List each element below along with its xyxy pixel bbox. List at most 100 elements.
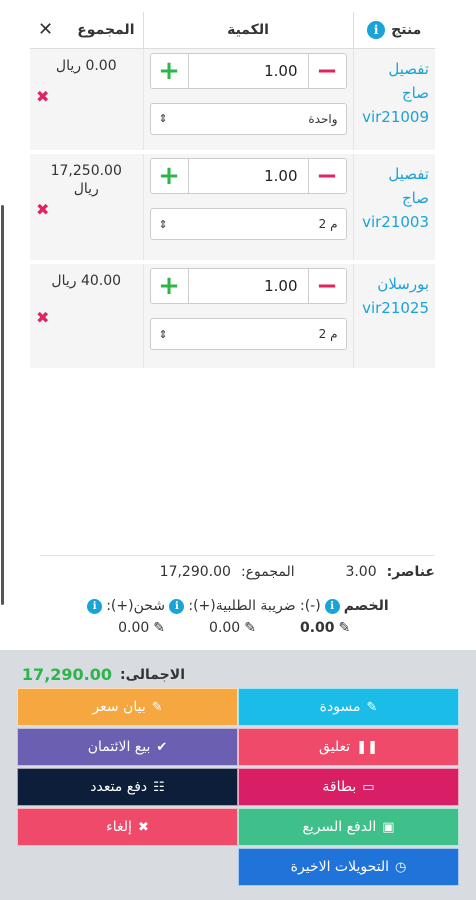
product-name-link[interactable]: تفصيل صاج vir21003 bbox=[362, 165, 429, 231]
button-label: التحويلات الاخيرة bbox=[290, 859, 389, 875]
discount-label: الخصم bbox=[343, 598, 389, 614]
multiple-pay-button[interactable]: ☷ دفع متعدد bbox=[17, 768, 238, 806]
sort-arrows-icon: ⇕ bbox=[158, 327, 168, 341]
header-product-label: منتج bbox=[391, 21, 422, 38]
shipping-label: شحن(+): bbox=[106, 598, 165, 614]
plus-icon[interactable]: + bbox=[150, 53, 189, 88]
cancel-button[interactable]: ✖ إلغاء bbox=[17, 808, 238, 846]
edit-icon: ✎ bbox=[366, 699, 378, 715]
grand-total-value: 17,290.00 bbox=[21, 665, 113, 684]
header-total: المجموع ✕ bbox=[30, 12, 143, 49]
info-icon[interactable]: i bbox=[87, 598, 103, 614]
unit-select[interactable]: م 2 ⇕ bbox=[149, 318, 347, 350]
unit-select[interactable]: م 2 ⇕ bbox=[149, 208, 347, 240]
scrollbar[interactable] bbox=[0, 0, 6, 650]
discount-block: الخصم i (-): ✎ 0.00 bbox=[300, 598, 435, 636]
line-total: 40.00 ريال bbox=[51, 273, 122, 289]
button-label: الدفع السريع bbox=[302, 819, 377, 835]
product-name-link[interactable]: بورسلان vir21025 bbox=[362, 275, 429, 317]
scrollbar-thumb[interactable] bbox=[1, 205, 4, 605]
plus-icon[interactable]: + bbox=[150, 159, 189, 193]
quantity-cell: + 1.00 − م 2 ⇕ bbox=[142, 262, 353, 372]
cart-summary: عناصر: 3.00 المجموع: 17,290.00 bbox=[40, 555, 435, 580]
grand-total-label: الاجمالى: bbox=[120, 666, 185, 683]
cart-header-row: منتج i الكمية المجموع ✕ bbox=[30, 12, 435, 49]
line-total: 0.00 ريال bbox=[55, 57, 117, 74]
minus-icon[interactable]: − bbox=[307, 159, 346, 193]
edit-icon: ✎ bbox=[151, 699, 163, 715]
quantity-input[interactable]: 1.00 bbox=[189, 54, 308, 88]
line-total-cell: 0.00 ريال ✖ bbox=[30, 48, 143, 154]
line-total-cell: 40.00 ريال ✖ bbox=[30, 262, 143, 372]
cash-icon: ▣ bbox=[382, 819, 395, 835]
info-icon[interactable]: i bbox=[367, 20, 386, 39]
header-total-label: المجموع bbox=[77, 21, 135, 38]
recent-transactions-button[interactable]: ◷ التحويلات الاخيرة bbox=[238, 848, 459, 886]
cart-row: تفصيل صاج vir21009 + 1.00 − واحدة ⇕ 0.00 … bbox=[30, 48, 435, 154]
credit-card-icon: ▭ bbox=[362, 779, 375, 795]
quantity-cell: + 1.00 − واحدة ⇕ bbox=[142, 48, 353, 154]
edit-icon[interactable]: ✎ bbox=[244, 620, 256, 636]
quantity-input[interactable]: 1.00 bbox=[189, 269, 308, 303]
discount-value: 0.00 bbox=[300, 620, 335, 636]
button-label: تعليق bbox=[319, 739, 351, 755]
button-label: إلغاء bbox=[106, 819, 132, 835]
check-icon: ✔ bbox=[156, 739, 168, 755]
suspend-button[interactable]: ❚❚ تعليق bbox=[238, 728, 459, 766]
remove-item-icon[interactable]: ✖ bbox=[36, 200, 49, 219]
discount-sign: (-): bbox=[300, 598, 321, 614]
unit-select-value: م 2 bbox=[318, 217, 338, 231]
quotation-button[interactable]: ✎ بيان سعر bbox=[17, 688, 238, 726]
fees-row: الخصم i (-): ✎ 0.00 ضريبة الطلبية(+): i ✎ 0.0… bbox=[30, 598, 435, 636]
edit-icon[interactable]: ✎ bbox=[339, 620, 351, 636]
quantity-cell: + 1.00 − م 2 ⇕ bbox=[142, 152, 353, 264]
product-name-link[interactable]: تفصيل صاج vir21009 bbox=[362, 60, 429, 126]
summary-line: عناصر: 3.00 المجموع: 17,290.00 bbox=[40, 564, 435, 580]
edit-icon[interactable]: ✎ bbox=[153, 620, 165, 636]
quantity-input[interactable]: 1.00 bbox=[189, 159, 308, 193]
cart-row: تفصيل صاج vir21003 + 1.00 − م 2 ⇕ 17,250.… bbox=[30, 152, 435, 264]
product-cell: بورسلان vir21025 bbox=[352, 262, 435, 372]
minus-icon[interactable]: − bbox=[307, 53, 346, 88]
remove-item-icon[interactable]: ✖ bbox=[36, 308, 49, 327]
info-icon[interactable]: i bbox=[169, 598, 185, 614]
sum-label: المجموع: bbox=[240, 564, 295, 580]
shipping-block: شحن(+): i ✎ 0.00 bbox=[30, 598, 165, 636]
cart-table: منتج i الكمية المجموع ✕ تفصيل صاج vir21009… bbox=[30, 12, 435, 372]
action-buttons: ✎ مسودة ✎ بيان سعر ❚❚ تعليق ✔ بيع الائتمان ▭ بطاق… bbox=[17, 688, 459, 886]
line-total-cell: 17,250.00 ريال ✖ bbox=[30, 152, 143, 264]
button-label: بطاقة bbox=[322, 779, 357, 795]
unit-select-value: واحدة bbox=[308, 111, 338, 126]
clock-icon: ◷ bbox=[395, 859, 407, 875]
order-tax-block: ضريبة الطلبية(+): i ✎ 0.00 bbox=[165, 598, 300, 636]
info-icon[interactable]: i bbox=[324, 598, 340, 614]
button-label: دفع متعدد bbox=[90, 779, 148, 795]
product-cell: تفصيل صاج vir21009 bbox=[352, 48, 435, 154]
express-checkout-button[interactable]: ▣ الدفع السريع bbox=[238, 808, 459, 846]
close-box-icon: ✖ bbox=[137, 819, 149, 835]
sum-value: 17,290.00 bbox=[159, 564, 231, 580]
remove-item-icon[interactable]: ✖ bbox=[36, 87, 49, 106]
cart-row: بورسلان vir21025 + 1.00 − م 2 ⇕ 40.00 ريا… bbox=[30, 262, 435, 372]
quantity-stepper[interactable]: + 1.00 − bbox=[149, 268, 347, 304]
unit-select-value: م 2 bbox=[318, 327, 338, 341]
unit-select[interactable]: واحدة ⇕ bbox=[149, 102, 347, 135]
items-label: عناصر: bbox=[386, 564, 435, 580]
draft-button[interactable]: ✎ مسودة bbox=[238, 688, 459, 726]
plus-icon[interactable]: + bbox=[150, 269, 189, 303]
quantity-stepper[interactable]: + 1.00 − bbox=[149, 52, 347, 89]
shipping-value: 0.00 bbox=[118, 620, 150, 636]
tax-value: 0.00 bbox=[209, 620, 241, 636]
quantity-stepper[interactable]: + 1.00 − bbox=[149, 158, 347, 194]
minus-icon[interactable]: − bbox=[307, 269, 346, 303]
button-label: بيع الائتمان bbox=[87, 739, 151, 755]
pos-cart-screen: منتج i الكمية المجموع ✕ تفصيل صاج vir21009… bbox=[0, 0, 476, 900]
tax-label: ضريبة الطلبية(+): bbox=[188, 598, 296, 614]
card-button[interactable]: ▭ بطاقة bbox=[238, 768, 459, 806]
sort-arrows-icon: ⇕ bbox=[158, 112, 168, 125]
credit-sale-button[interactable]: ✔ بيع الائتمان bbox=[17, 728, 238, 766]
button-label: بيان سعر bbox=[92, 699, 146, 715]
product-cell: تفصيل صاج vir21003 bbox=[352, 152, 435, 264]
clear-cart-icon[interactable]: ✕ bbox=[38, 19, 53, 40]
pause-icon: ❚❚ bbox=[356, 739, 378, 755]
